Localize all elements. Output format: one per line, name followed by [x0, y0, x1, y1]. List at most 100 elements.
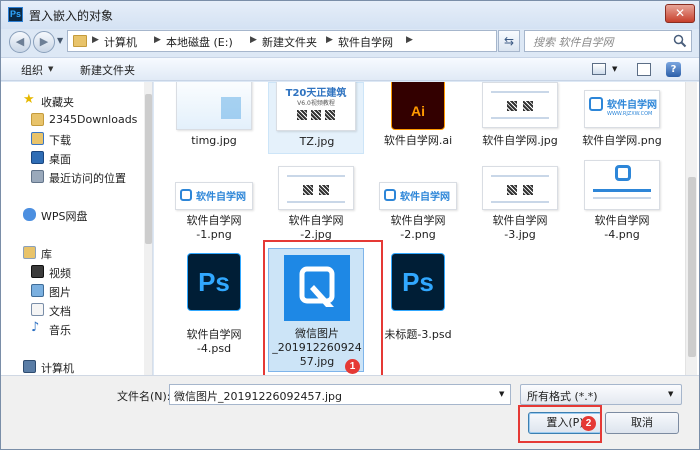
thumbnail-url: WWW.RJZXW.COM	[607, 111, 653, 117]
filename-chevron-down-icon[interactable]: ▼	[499, 390, 504, 398]
breadcrumb-rjzxw[interactable]: 软件自学网	[338, 34, 393, 50]
video-icon	[31, 265, 44, 278]
nav-pictures[interactable]: 图片	[1, 282, 144, 300]
folder-icon	[31, 113, 44, 126]
file-list: timg.jpg T20天正建筑 V6.0视频教程 TZ.jpg Ai 软件自学…	[154, 82, 699, 375]
title-bar: Ps 置入嵌入的对象 ✕	[1, 1, 699, 29]
file-item-timg[interactable]: timg.jpg	[166, 82, 262, 154]
thumbnail-brand: 软件自学网	[607, 100, 657, 111]
insert-embedded-dialog: Ps 置入嵌入的对象 ✕ ◀ ▶ ▼ ▶ 计算机 ▶ 本地磁盘 (E:) ▶ 新…	[0, 0, 700, 450]
back-button[interactable]: ◀	[9, 31, 31, 53]
recent-places-icon	[31, 170, 44, 183]
nav-desktop[interactable]: 桌面	[1, 149, 144, 167]
computer-icon	[23, 360, 36, 373]
nav-music[interactable]: ♪ 音乐	[1, 320, 144, 338]
music-icon: ♪	[31, 320, 40, 335]
nav-label: 最近访问的位置	[49, 172, 126, 185]
nav-scrollbar[interactable]	[144, 82, 152, 375]
photoshop-file-icon: Ps	[391, 253, 445, 311]
annotation-box-1	[263, 240, 383, 375]
image-thumbnail	[176, 82, 252, 130]
nav-recent-places[interactable]: 最近访问的位置	[1, 168, 144, 186]
breadcrumb-local-disk[interactable]: 本地磁盘 (E:)	[166, 34, 233, 50]
address-row: ◀ ▶ ▼ ▶ 计算机 ▶ 本地磁盘 (E:) ▶ 新建文件夹 ▶ 软件自学网 …	[1, 29, 699, 53]
dialog-footer: 文件名(N): 微信图片_20191226092457.jpg ▼ 所有格式 (…	[1, 375, 699, 449]
nav-label: 图片	[49, 286, 71, 299]
nav-downloads[interactable]: 下载	[1, 130, 144, 148]
file-item-ai[interactable]: Ai 软件自学网.ai	[370, 82, 466, 154]
nav-label: WPS网盘	[41, 210, 88, 223]
file-item-rjzxw-3-jpg[interactable]: 软件自学网 -3.jpg	[472, 160, 568, 244]
change-view-icon[interactable]	[592, 63, 606, 75]
image-thumbnail: 软件自学网 WWW.RJZXW.COM	[584, 90, 660, 128]
breadcrumb-chevron-icon[interactable]: ▶	[154, 35, 161, 45]
search-icon[interactable]	[673, 34, 687, 48]
file-item-rjzxw-4-psd[interactable]: Ps 软件自学网 -4.psd	[166, 248, 262, 366]
recent-pages-chevron-down-icon[interactable]: ▼	[57, 36, 63, 45]
organize-button[interactable]: 组织	[21, 62, 43, 78]
file-item-rjzxw-2-png[interactable]: 软件自学网 软件自学网 -2.png	[370, 160, 466, 244]
file-item-untitled-3-psd[interactable]: Ps 未标题-3.psd	[370, 248, 466, 366]
file-name: 软件自学网 -4.png	[594, 214, 650, 241]
file-name: 软件自学网 -3.jpg	[492, 214, 548, 241]
new-folder-button[interactable]: 新建文件夹	[80, 62, 135, 78]
file-scrollbar[interactable]	[685, 82, 697, 375]
nav-2345downloads[interactable]: 2345Downloads	[1, 111, 144, 129]
file-type-label: Ai	[411, 103, 425, 119]
image-thumbnail	[482, 166, 558, 210]
view-chevron-down-icon[interactable]: ▼	[612, 65, 617, 73]
nav-favorites[interactable]: ★ 收藏夹	[1, 92, 144, 110]
breadcrumb-chevron-icon[interactable]: ▶	[326, 35, 333, 45]
file-item-rjzxw-4-png[interactable]: 软件自学网 -4.png	[574, 160, 670, 244]
breadcrumb-computer[interactable]: 计算机	[104, 34, 137, 50]
nav-computer[interactable]: 计算机	[1, 358, 144, 375]
breadcrumb-chevron-icon[interactable]: ▶	[406, 35, 413, 45]
preview-pane-icon[interactable]	[637, 63, 651, 76]
library-icon	[23, 246, 36, 259]
refresh-button[interactable]: ⇆	[498, 30, 520, 52]
address-bar[interactable]: ▶ 计算机 ▶ 本地磁盘 (E:) ▶ 新建文件夹 ▶ 软件自学网 ▶ ▼	[67, 30, 550, 52]
nav-label: 2345Downloads	[49, 113, 138, 126]
file-name: timg.jpg	[191, 134, 237, 147]
nav-scroll-thumb[interactable]	[145, 94, 152, 244]
image-thumbnail	[584, 160, 660, 210]
file-scroll-thumb[interactable]	[688, 177, 696, 357]
annotation-badge-2: 2	[581, 416, 596, 431]
cloud-icon	[23, 208, 36, 221]
file-type-select[interactable]: 所有格式 (*.*)	[520, 384, 682, 405]
breadcrumb-chevron-icon[interactable]: ▶	[250, 35, 257, 45]
nav-label: 文档	[49, 305, 71, 318]
file-item-rjzxw-jpg[interactable]: 软件自学网.jpg	[472, 82, 568, 154]
image-thumbnail: 软件自学网	[379, 182, 457, 210]
nav-videos[interactable]: 视频	[1, 263, 144, 281]
file-item-rjzxw-1-png[interactable]: 软件自学网 软件自学网 -1.png	[166, 160, 262, 244]
thumbnail-brand: 软件自学网	[196, 192, 246, 203]
image-thumbnail: T20天正建筑 V6.0视频教程	[276, 82, 356, 131]
toolbar: 组织 ▼ 新建文件夹 ▼ ?	[1, 57, 699, 81]
file-item-tz[interactable]: T20天正建筑 V6.0视频教程 TZ.jpg	[268, 82, 364, 154]
help-button[interactable]: ?	[666, 62, 681, 77]
breadcrumb-chevron-icon[interactable]: ▶	[92, 35, 99, 45]
cancel-button[interactable]: 取消	[605, 412, 679, 434]
annotation-badge-1: 1	[345, 359, 360, 374]
thumbnail-title: T20天正建筑	[285, 88, 347, 99]
close-button[interactable]: ✕	[665, 4, 695, 23]
nav-libraries[interactable]: 库	[1, 244, 144, 262]
organize-chevron-down-icon[interactable]: ▼	[48, 65, 53, 73]
filename-input[interactable]: 微信图片_20191226092457.jpg	[169, 384, 511, 405]
file-item-rjzxw-png[interactable]: 软件自学网 WWW.RJZXW.COM 软件自学网.png	[574, 82, 670, 154]
illustrator-file-icon: Ai	[391, 82, 445, 130]
filename-label: 文件名(N):	[117, 390, 171, 403]
search-input[interactable]: 搜索 软件自学网	[524, 30, 692, 52]
file-type-chevron-down-icon[interactable]: ▼	[668, 390, 673, 398]
breadcrumb-new-folder[interactable]: 新建文件夹	[262, 34, 317, 50]
nav-documents[interactable]: 文档	[1, 301, 144, 319]
picture-icon	[31, 284, 44, 297]
image-thumbnail	[482, 82, 558, 128]
file-name: TZ.jpg	[299, 135, 335, 148]
file-name: 软件自学网.ai	[383, 134, 453, 147]
nav-label: 桌面	[49, 153, 71, 166]
nav-wps-cloud[interactable]: WPS网盘	[1, 206, 144, 224]
forward-button[interactable]: ▶	[33, 31, 55, 53]
file-item-rjzxw-2-jpg[interactable]: 软件自学网 -2.jpg	[268, 160, 364, 244]
